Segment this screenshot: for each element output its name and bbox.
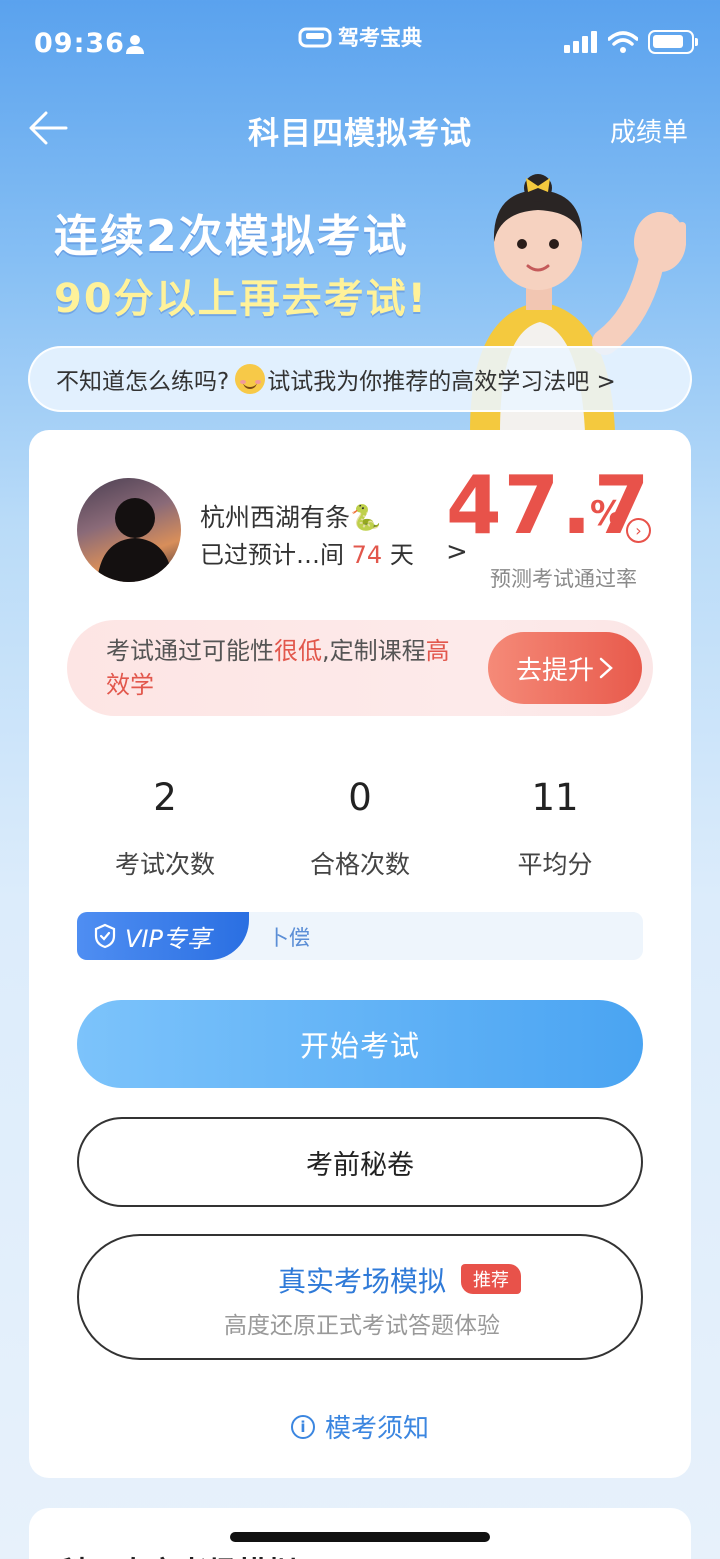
pass-info-prefix: 已过预计…间: [200, 541, 344, 569]
recommended-badge: 推荐: [461, 1264, 521, 1294]
banner-headline: 连续2次模拟考试: [54, 211, 409, 262]
avatar-silhouette: [97, 498, 173, 582]
car-icon: [298, 27, 332, 48]
stat-value: 0: [348, 776, 372, 819]
exam-notice-label: 模考须知: [324, 1414, 429, 1444]
alert-text-highlight1: 很低: [274, 637, 322, 665]
start-exam-button[interactable]: 开始考试: [77, 1000, 643, 1088]
wifi-icon: [608, 31, 638, 53]
stat-value: 11: [531, 776, 579, 819]
info-icon: i: [290, 1414, 315, 1439]
status-app-name: 驾考宝典: [338, 26, 422, 50]
real-exam-title: 真实考场模拟: [277, 1265, 446, 1298]
pass-rate-unit: %: [590, 494, 625, 534]
tip-text-lead: 不知道怎么练吗?: [56, 369, 230, 395]
real-exam-simulation-button[interactable]: 真实考场模拟 推荐 高度还原正式考试答题体验: [77, 1234, 643, 1360]
improve-button-label: 去提升: [515, 655, 594, 686]
home-indicator[interactable]: [230, 1532, 490, 1542]
banner-subheadline: 90分以上再去考试!: [54, 276, 428, 322]
score-report-link[interactable]: 成绩单: [610, 112, 688, 149]
smiling-face-icon: [235, 364, 266, 394]
stat-average-score: 11 平均分: [475, 776, 635, 881]
stat-label: 考试次数: [114, 850, 215, 879]
pass-days-unit: 天: [389, 541, 414, 569]
study-method-tip[interactable]: 不知道怎么练吗? 试试我为你推荐的高效学习法吧 >: [28, 346, 692, 412]
section-title: 科四真实考场模拟: [58, 1548, 298, 1559]
pass-rate-detail-icon[interactable]: ›: [626, 518, 651, 543]
status-indicators: [564, 30, 698, 54]
vip-scrolling-text: 卜偿: [268, 926, 310, 950]
username: 杭州西湖有条🐍: [200, 503, 382, 532]
avatar[interactable]: [77, 478, 181, 582]
status-time: 09:36: [34, 28, 125, 59]
pass-rate-label: 预测考试通过率: [490, 567, 637, 591]
pass-days-value: 74: [351, 541, 383, 569]
stat-value: 2: [153, 776, 177, 819]
person-icon: [126, 35, 144, 54]
stat-label: 平均分: [517, 850, 593, 879]
low-pass-alert-text: 考试通过可能性很低,定制课程高效学: [106, 634, 466, 702]
alert-text-part2: ,定制课程: [322, 637, 426, 665]
chevron-right-icon: [599, 657, 613, 679]
stat-passed-count: 0 合格次数: [280, 776, 440, 881]
exam-notice-link[interactable]: i 模考须知: [0, 1408, 720, 1445]
real-exam-subtitle: 高度还原正式考试答题体验: [224, 1313, 500, 1339]
signal-icon: [564, 31, 597, 53]
pre-exam-paper-button[interactable]: 考前秘卷: [77, 1117, 643, 1207]
vip-tag: VIP专享: [77, 912, 249, 960]
tip-text-link: 试试我为你推荐的高效学习法吧 >: [267, 369, 616, 395]
expected-pass-time[interactable]: 已过预计…间 74 天: [200, 535, 414, 570]
battery-icon: [648, 30, 698, 54]
stat-label: 合格次数: [309, 850, 410, 879]
alert-text-part1: 考试通过可能性: [106, 637, 274, 665]
status-app-badge: 驾考宝典: [298, 22, 422, 52]
stat-exam-count: 2 考试次数: [85, 776, 245, 881]
vip-tag-label: VIP专享: [125, 924, 211, 953]
improve-button[interactable]: 去提升: [488, 632, 642, 704]
shield-check-icon: [94, 923, 116, 949]
